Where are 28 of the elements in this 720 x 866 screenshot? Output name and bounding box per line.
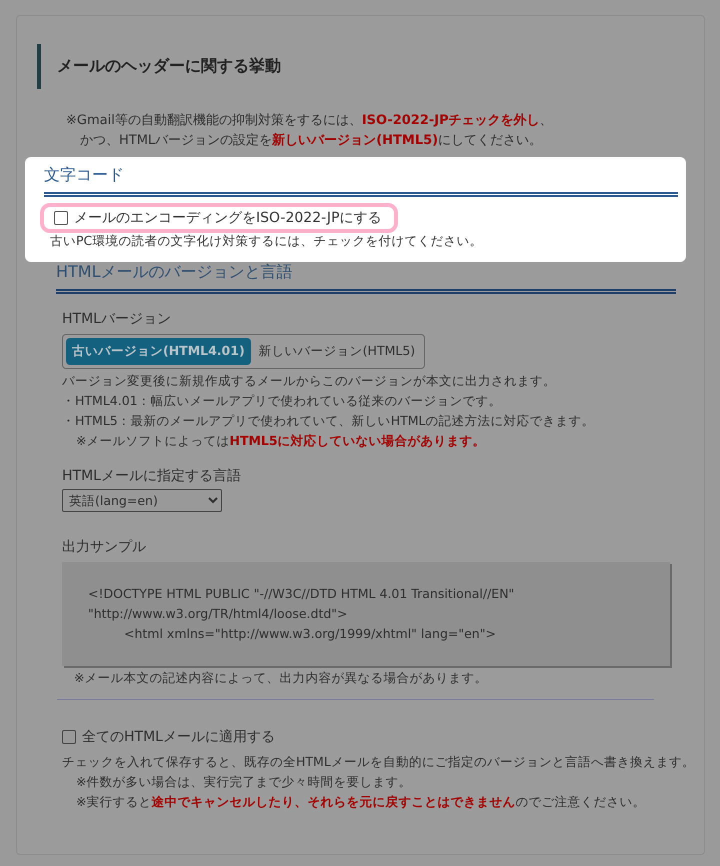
checkbox-label: メールのエンコーディングをISO-2022-JPにする — [74, 209, 382, 227]
section-title: メールのヘッダーに関する挙動 — [37, 44, 684, 89]
code-line: "http://www.w3.org/TR/html4/loose.dtd"> — [88, 605, 349, 623]
version-option[interactable]: 古いバージョン(HTML4.01) — [66, 338, 251, 365]
code-line: <!DOCTYPE HTML PUBLIC "-//W3C//DTD HTML 4.01 Transitional//EN" — [88, 585, 516, 603]
note-text: チェックを入れて保存すると、既存の全HTMLメールを自動的にご指定のバージョンと言語へ書き換えます。 — [62, 753, 684, 771]
notice-text: ※Gmail等の自動翻訳機能の抑制対策をするには、ISO-2022-JPチェックを外し、 — [66, 112, 554, 130]
section-heading: 文字コード — [44, 165, 678, 197]
field-label: HTMLバージョン — [62, 310, 172, 328]
code-line: <html xmlns="http://www.w3.org/1999/xhtml" lang="en"> — [123, 625, 497, 643]
encoding-option[interactable]: メールのエンコーディングをISO-2022-JPにする — [44, 207, 394, 229]
field-label: 出力サンプル — [62, 538, 147, 556]
notice-text: かつ、HTMLバージョンの設定を新しいバージョン(HTML5)にしてください。 — [79, 132, 544, 150]
note-text: ※メール本文の記述内容によって、出力内容が異なる場合があります。 — [74, 670, 488, 687]
version-option[interactable]: 新しいバージョン(HTML5) — [252, 338, 422, 365]
note-text: ・HTML4.01：幅広いメールアプリで使われている従来のバージョンです。 — [62, 392, 503, 410]
checkbox-label: 全てのHTMLメールに適用する — [82, 728, 275, 746]
note-text: バージョン変更後に新規作成するメールからこのバージョンが本文に出力されます。 — [62, 372, 557, 390]
help-text: 古いPC環境の読者の文字化け対策するには、チェックを付けてください。 — [50, 233, 484, 250]
language-select[interactable]: 英語(lang=en) — [62, 489, 222, 512]
field-label: HTMLメールに指定する言語 — [62, 467, 242, 485]
note-text: ※メールソフトによってはHTML5に対応していない場合があります。 — [75, 432, 487, 450]
checkbox[interactable] — [54, 211, 68, 225]
note-text: ※実行すると途中でキャンセルしたり、それらを元に戻すことはできませんのでご注意ください。 — [75, 793, 646, 811]
note-text: ・HTML5：最新のメールアプリで使われていて、新しいHTMLの記述方法に対応できます。 — [62, 412, 596, 430]
note-text: ※件数が多い場合は、実行完了まで少々時間を要します。 — [75, 773, 412, 791]
checkbox[interactable] — [62, 730, 76, 744]
section-heading: HTMLメールのバージョンと言語 — [56, 262, 676, 294]
